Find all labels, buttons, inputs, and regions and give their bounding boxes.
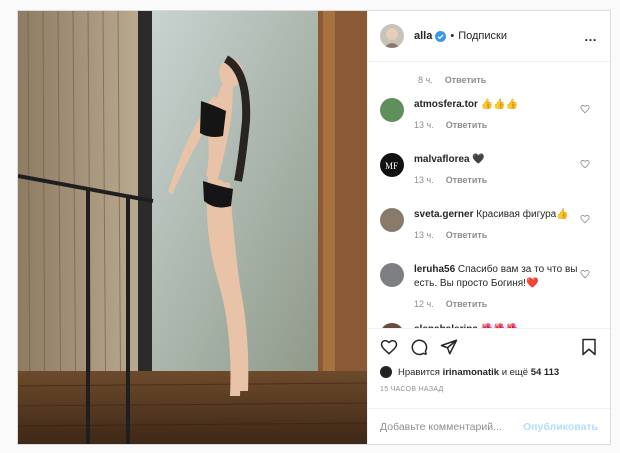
comment-item: leruha56 Спасибо вам за то что вы есть. … — [380, 263, 598, 317]
bookmark-icon[interactable] — [580, 338, 598, 356]
comment-time: 13 ч. — [414, 175, 434, 185]
comment-text: 🌺🌺🌺 — [481, 324, 518, 328]
comment-time: 13 ч. — [414, 120, 434, 130]
post-timestamp[interactable]: 15 ЧАСОВ НАЗАД — [368, 386, 610, 408]
like-comment-heart-icon[interactable] — [580, 269, 590, 279]
like-comment-heart-icon[interactable] — [580, 214, 590, 224]
comment-reply-link[interactable]: Ответить — [446, 228, 488, 242]
comments-list[interactable]: 8 ч. Ответить atmosfera.tor 👍👍👍 13 ч. От… — [368, 62, 610, 328]
comment-text: 👍👍👍 — [480, 99, 519, 110]
comment-item: sveta.gerner Красивая фигура👍 13 ч. Отве… — [380, 208, 598, 252]
post-image — [18, 11, 367, 444]
comment-avatar[interactable] — [380, 323, 404, 328]
comment-time: 13 ч. — [414, 230, 434, 240]
comment-reply-link[interactable]: Ответить — [446, 297, 488, 311]
comment-item: MF malvaflorea 🖤 13 ч. Ответить — [380, 153, 598, 197]
post-actions-bar — [368, 328, 610, 364]
post-photo[interactable] — [18, 11, 367, 444]
comment-username[interactable]: sveta.gerner — [414, 209, 473, 220]
likes-prefix: Нравится — [398, 366, 440, 378]
comment-text: 🖤 — [472, 154, 485, 165]
separator-dot: • — [450, 30, 455, 42]
verified-badge-icon — [435, 30, 447, 42]
caption-time: 8 ч. — [418, 75, 433, 85]
post-side-panel: alla • Подписки … 8 ч. Ответить atmosfer… — [367, 11, 610, 444]
liker-avatar[interactable] — [380, 366, 392, 378]
following-button[interactable]: Подписки — [458, 30, 507, 42]
comment-avatar[interactable] — [380, 98, 404, 122]
likes-count[interactable]: 54 113 — [531, 367, 560, 378]
instagram-post: alla • Подписки … 8 ч. Ответить atmosfer… — [17, 10, 611, 445]
author-avatar[interactable] — [380, 24, 404, 48]
likes-summary: Нравится irinamonatik и ещё 54 113 — [368, 364, 610, 380]
caption-reply-link[interactable]: Ответить — [445, 75, 487, 85]
comment-bubble-icon[interactable] — [410, 338, 428, 356]
publish-button[interactable]: Опубликовать — [523, 421, 598, 433]
like-comment-heart-icon[interactable] — [580, 104, 590, 114]
comment-username[interactable]: leruha56 — [414, 264, 455, 275]
comment-input[interactable] — [380, 420, 524, 433]
share-paper-plane-icon[interactable] — [440, 338, 458, 356]
comment-time: 12 ч. — [414, 299, 434, 309]
like-comment-heart-icon[interactable] — [580, 159, 590, 169]
more-options-icon[interactable]: … — [584, 29, 598, 44]
caption-meta: 8 ч. Ответить — [380, 75, 598, 85]
post-header: alla • Подписки … — [368, 11, 610, 62]
comment-username[interactable]: elenabalerina — [414, 324, 478, 328]
comment-username[interactable]: atmosfera.tor — [414, 99, 478, 110]
comment-item: elenabalerina 🌺🌺🌺 — [380, 323, 598, 328]
comment-item: atmosfera.tor 👍👍👍 13 ч. Ответить — [380, 98, 598, 142]
svg-text:MF: MF — [385, 161, 398, 171]
liker-username[interactable]: irinamonatik — [443, 367, 500, 378]
comment-avatar[interactable] — [380, 208, 404, 232]
comment-avatar[interactable]: MF — [380, 153, 404, 177]
likes-middle: и ещё — [501, 366, 529, 378]
comment-reply-link[interactable]: Ответить — [446, 118, 488, 132]
comment-reply-link[interactable]: Ответить — [446, 173, 488, 187]
add-comment-bar: Опубликовать — [368, 408, 610, 444]
comment-text: Красивая фигура👍 — [476, 209, 569, 220]
comment-username[interactable]: malvaflorea — [414, 154, 470, 165]
author-username[interactable]: alla — [414, 30, 432, 42]
like-heart-icon[interactable] — [380, 338, 398, 356]
comment-avatar[interactable] — [380, 263, 404, 287]
